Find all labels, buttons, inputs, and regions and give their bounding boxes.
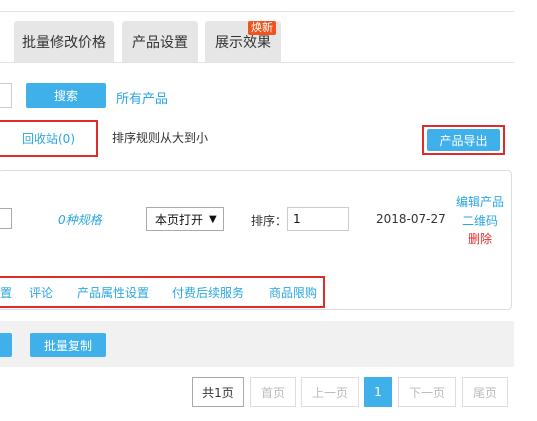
- tab-label: 批量修改价格: [22, 35, 106, 51]
- pagination-total: 共1页: [192, 377, 244, 407]
- export-products-button[interactable]: 产品导出: [427, 129, 500, 151]
- pagination-current-page[interactable]: 1: [364, 377, 392, 407]
- sub-link-attribute-settings[interactable]: 产品属性设置: [77, 284, 149, 301]
- sort-order-input[interactable]: 1: [287, 207, 349, 231]
- sub-link-purchase-limit[interactable]: 商品限购: [269, 284, 317, 301]
- sub-link-settings[interactable]: 设置: [0, 284, 12, 301]
- tab-label: 产品设置: [132, 35, 188, 51]
- sort-rule-text: 排序规则从大到小: [112, 131, 209, 145]
- pagination-next[interactable]: 下一页: [398, 377, 456, 407]
- pagination-last[interactable]: 尾页: [462, 377, 508, 407]
- qrcode-link[interactable]: 二维码: [462, 212, 498, 229]
- dropdown-arrow-icon: ▼: [209, 213, 217, 225]
- tab-bar-top-line: [0, 11, 514, 12]
- sort-label: 排序：: [251, 214, 288, 228]
- search-button[interactable]: 搜索: [26, 83, 106, 108]
- edit-product-link[interactable]: 编辑产品: [456, 193, 504, 210]
- pagination-first[interactable]: 首页: [250, 377, 296, 407]
- product-date: 2018-07-27: [376, 212, 446, 226]
- product-checkbox[interactable]: [0, 208, 12, 229]
- open-mode-value: 本页打开: [155, 212, 204, 227]
- all-products-link[interactable]: 所有产品: [116, 88, 168, 107]
- tab-product-settings[interactable]: 产品设置: [122, 21, 198, 63]
- sub-link-paid-service[interactable]: 付费后续服务: [172, 284, 244, 301]
- pagination-prev[interactable]: 上一页: [301, 377, 359, 407]
- new-badge: 焕新: [248, 21, 276, 35]
- batch-button-partial[interactable]: [0, 333, 12, 357]
- tab-batch-price[interactable]: 批量修改价格: [14, 21, 114, 63]
- tab-label: 展示效果: [215, 35, 271, 51]
- spec-count-link[interactable]: 0种规格: [58, 211, 102, 228]
- open-mode-select[interactable]: 本页打开 ▼: [146, 207, 224, 231]
- recycle-bin-link[interactable]: 回收站(0): [22, 130, 75, 147]
- sub-link-comments[interactable]: 评论: [29, 284, 53, 301]
- search-input[interactable]: [0, 83, 12, 108]
- batch-copy-button[interactable]: 批量复制: [30, 333, 106, 357]
- sub-links-row: 设置 评论 产品属性设置 付费后续服务 商品限购: [0, 284, 318, 302]
- tab-bar-bottom-line: [0, 62, 514, 63]
- delete-link[interactable]: 删除: [468, 230, 492, 247]
